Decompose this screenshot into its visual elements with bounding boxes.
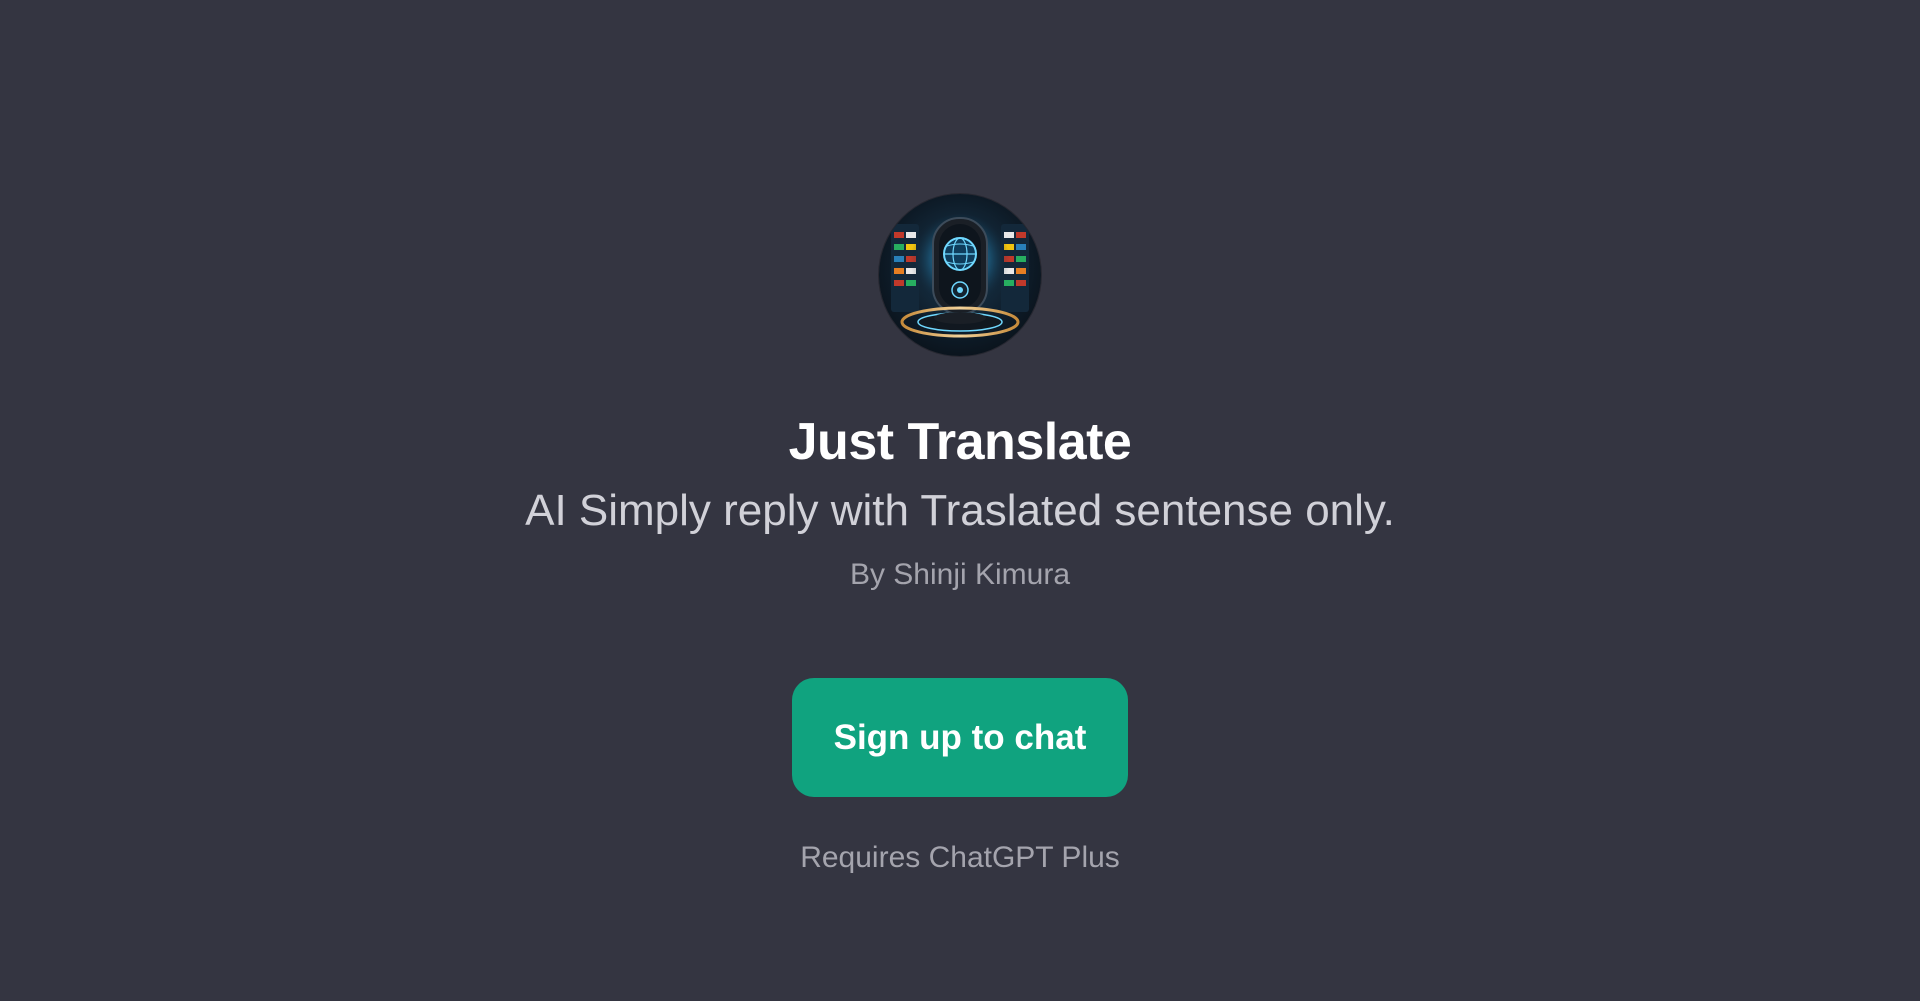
gpt-author: By Shinji Kimura (849, 558, 1071, 591)
robot-globe-avatar-icon (891, 214, 1029, 338)
gpt-title: Just Translate (788, 413, 1132, 471)
gpt-description: AI Simply reply with Traslated sentense … (525, 486, 1395, 535)
requirement-note: Requires ChatGPT Plus (800, 841, 1120, 874)
sign-up-to-chat-button[interactable]: Sign up to chat (792, 678, 1128, 797)
gpt-avatar (879, 194, 1041, 356)
